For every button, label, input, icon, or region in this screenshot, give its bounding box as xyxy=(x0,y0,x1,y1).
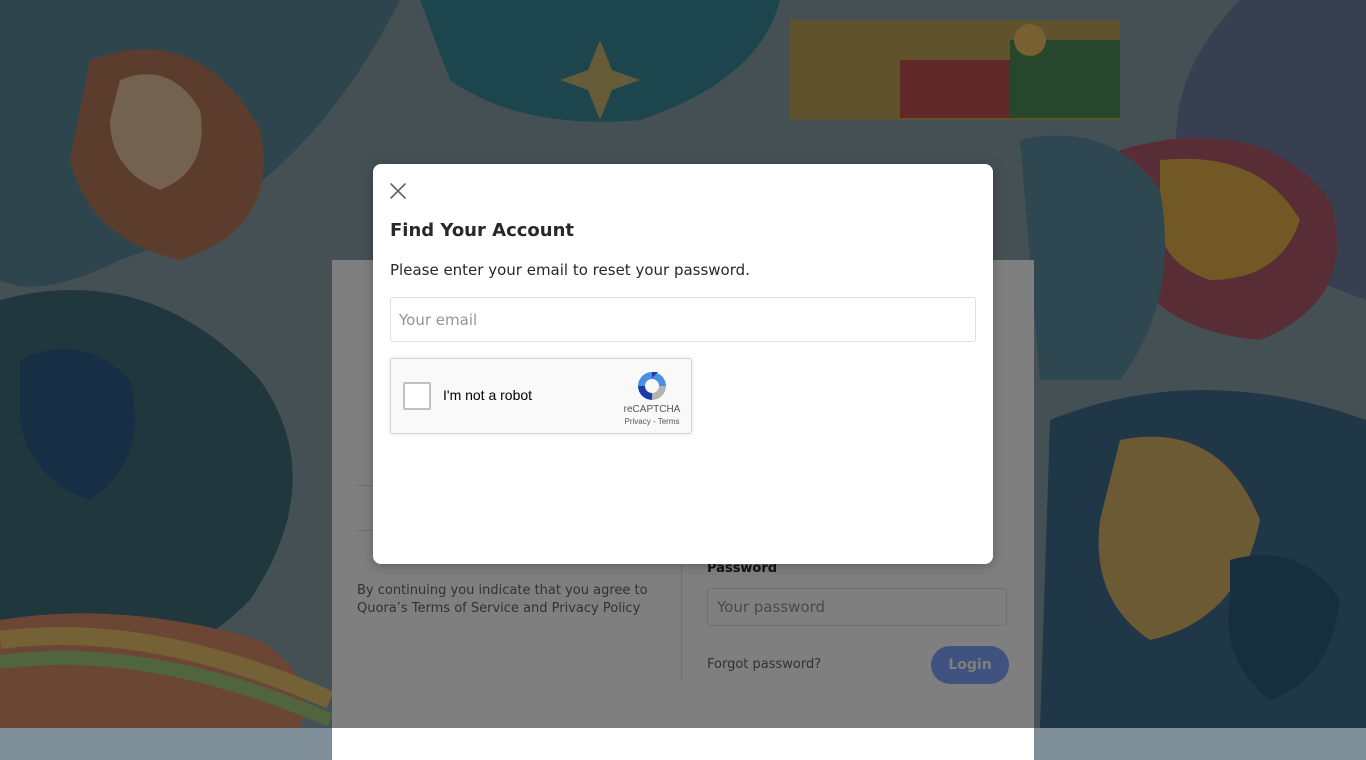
modal-subtitle: Please enter your email to reset your pa… xyxy=(390,261,750,279)
recaptcha-label: I'm not a robot xyxy=(443,387,533,403)
recaptcha-widget: I'm not a robot reCAPTCHA Privacy - Term… xyxy=(390,358,692,434)
close-button[interactable] xyxy=(385,176,411,206)
email-input[interactable] xyxy=(390,297,976,342)
recaptcha-separator: - xyxy=(652,417,656,426)
recaptcha-brand: reCAPTCHA xyxy=(623,404,681,415)
recaptcha-links: Privacy - Terms xyxy=(613,417,691,426)
modal-title: Find Your Account xyxy=(390,220,575,241)
find-account-modal: Find Your Account Please enter your emai… xyxy=(373,164,993,564)
recaptcha-privacy-link[interactable]: Privacy xyxy=(625,417,651,426)
recaptcha-terms-link[interactable]: Terms xyxy=(658,417,680,426)
close-icon xyxy=(390,183,406,199)
recaptcha-logo-icon xyxy=(638,372,666,400)
recaptcha-checkbox[interactable] xyxy=(403,382,431,410)
